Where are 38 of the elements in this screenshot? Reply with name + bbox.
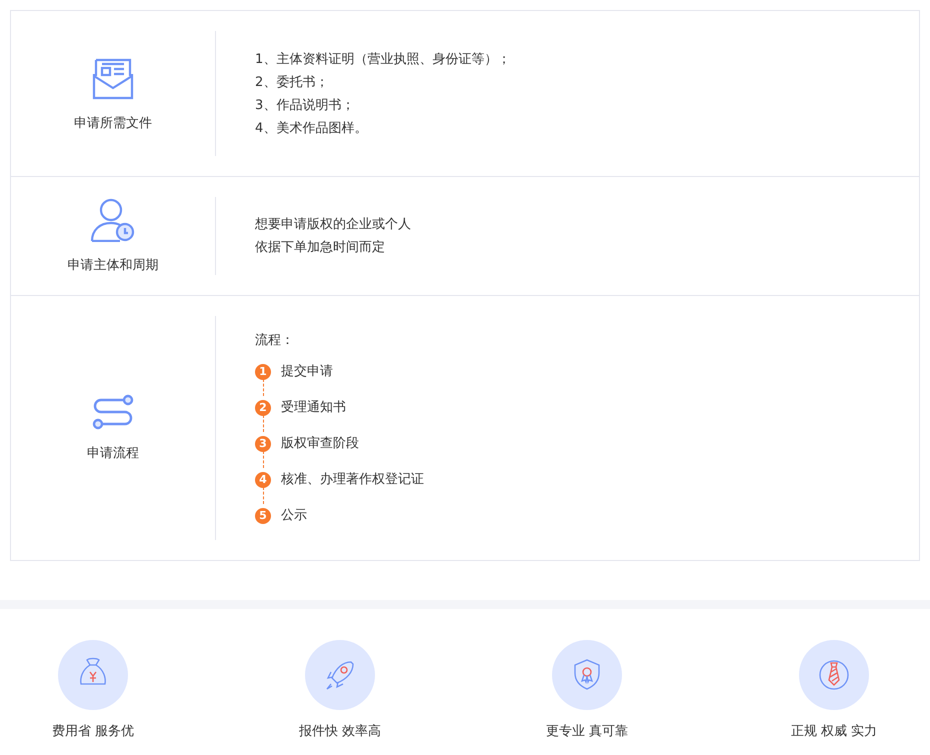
dashed-connector (262, 415, 264, 432)
shield-badge-icon (574, 659, 600, 690)
info-line: 想要申请版权的企业或个人 (255, 216, 411, 234)
step-text: 受理通知书 (281, 399, 346, 417)
icon-circle (799, 640, 869, 710)
rocket-icon (326, 661, 354, 690)
icon-circle (58, 640, 128, 710)
feature-label: 费用省 服务优 (52, 723, 134, 740)
process-heading: 流程： (255, 332, 295, 350)
step-text: 核准、办理著作权登记证 (281, 471, 424, 489)
money-bag-icon (80, 658, 106, 685)
step-number: 2 (255, 400, 271, 416)
info-line: 3、作品说明书； (255, 96, 356, 114)
info-line: 2、委托书； (255, 74, 330, 92)
feature-label: 正规 权威 实力 (790, 723, 878, 740)
dashed-connector (262, 487, 264, 504)
section-title: 申请所需文件 (74, 114, 152, 132)
section-title: 申请流程 (87, 445, 139, 462)
step-text: 版权审查阶段 (281, 435, 359, 453)
icon-circle (305, 640, 375, 710)
necktie-icon (819, 660, 849, 690)
step-number: 1 (255, 364, 271, 380)
info-line: 4、美术作品图样。 (255, 120, 368, 138)
step-number: 5 (255, 508, 271, 524)
step-number: 3 (255, 436, 271, 452)
info-line: 依据下单加急时间而定 (255, 239, 386, 257)
step-text: 提交申请 (281, 363, 333, 381)
icon-circle (552, 640, 622, 710)
step-text: 公示 (281, 507, 307, 525)
info-line: 1、主体资料证明（营业执照、身份证等）； (255, 50, 510, 68)
feature-label: 报件快 效率高 (298, 723, 382, 740)
route-icon (91, 394, 135, 430)
person-clock-icon (90, 198, 136, 242)
feature-label: 更专业 真可靠 (546, 723, 628, 740)
section-title: 申请主体和周期 (68, 257, 158, 274)
dashed-connector (262, 379, 264, 396)
dashed-connector (262, 451, 264, 468)
step-number: 4 (255, 472, 271, 488)
